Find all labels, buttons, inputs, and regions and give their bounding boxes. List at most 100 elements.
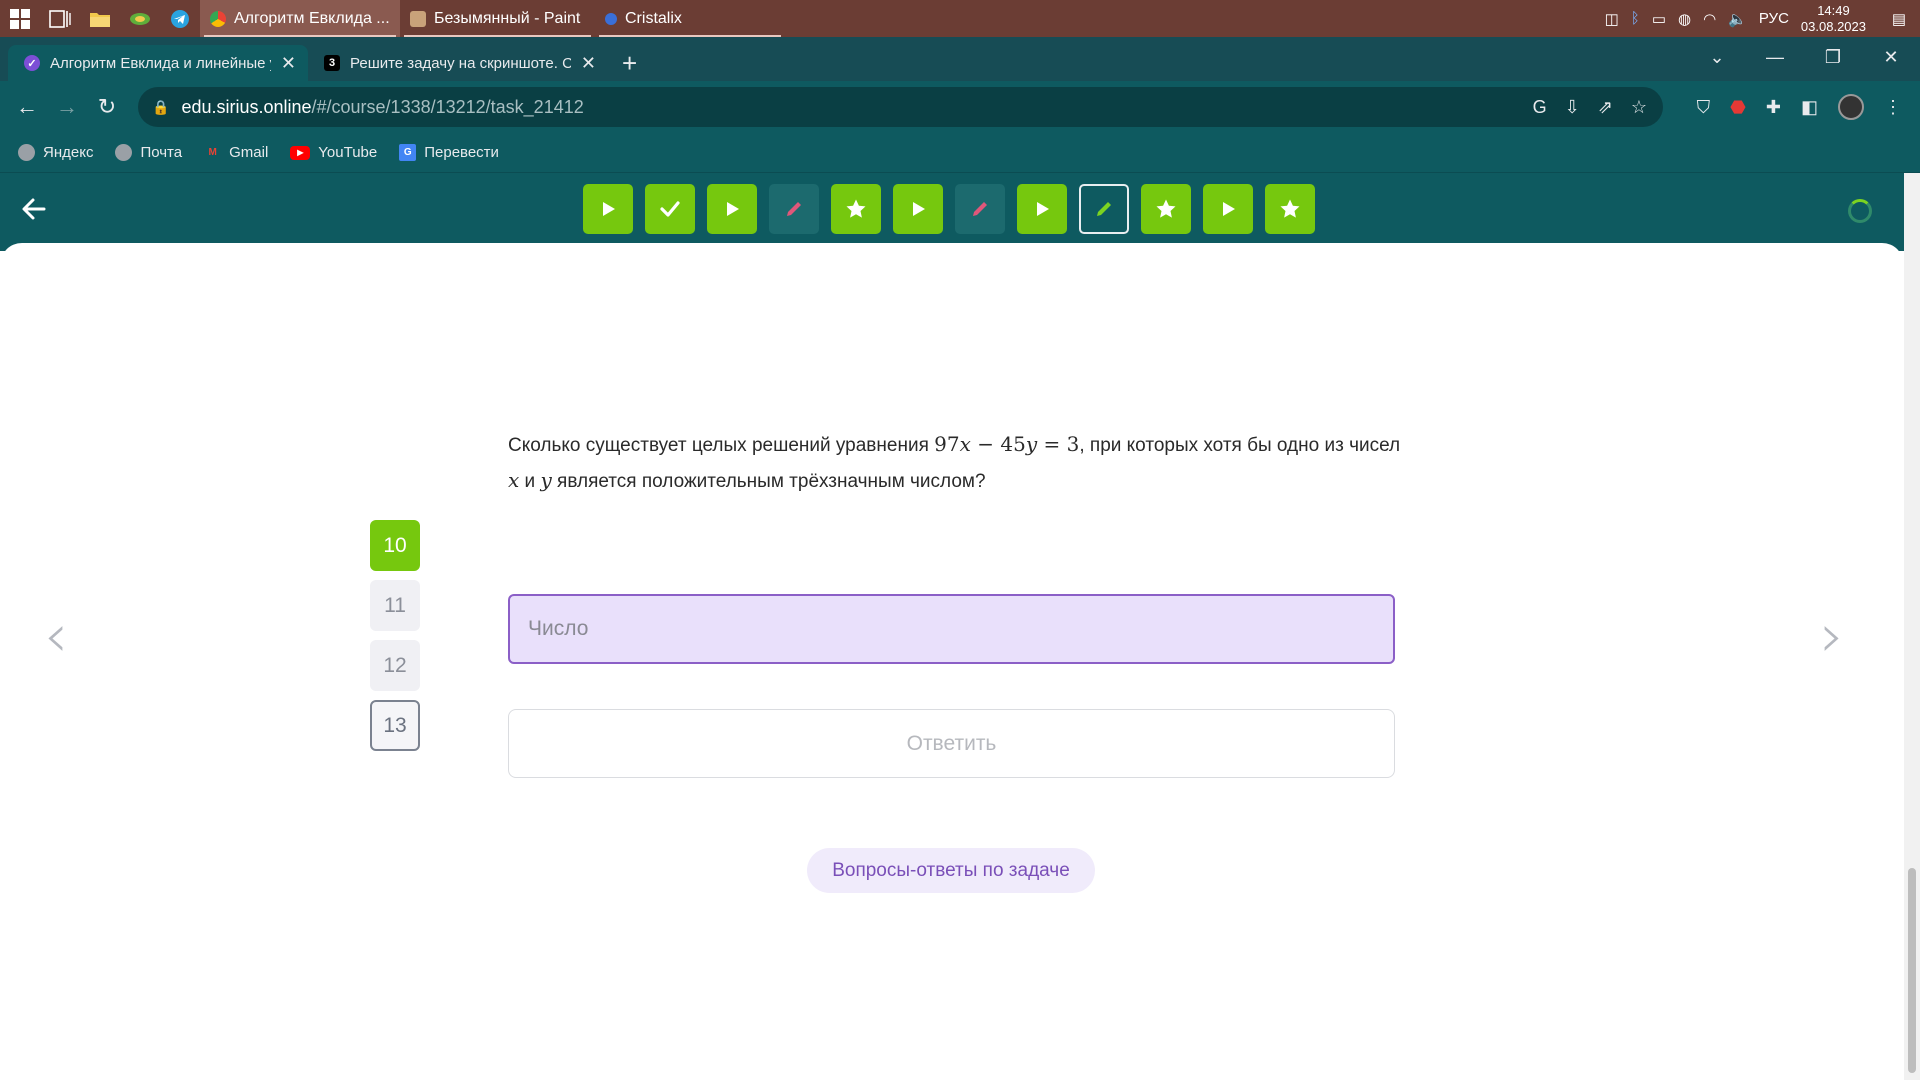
share-icon[interactable]: ⇗ <box>1598 97 1613 118</box>
next-task-chevron-icon[interactable]: › <box>1820 601 1844 671</box>
chrome-icon <box>210 10 226 27</box>
back-button[interactable]: ← <box>7 94 47 120</box>
taskbar-item-paint[interactable]: Безымянный - Paint <box>400 0 595 37</box>
youtube-icon: ▶ <box>290 145 311 160</box>
bookmark-label: Почта <box>140 144 183 161</box>
bookmark-translate[interactable]: G Перевести <box>399 144 499 161</box>
math-operator: − <box>970 432 1001 456</box>
tab-search-icon[interactable]: ⌄ <box>1688 47 1746 68</box>
tab-favicon-icon: 3 <box>324 55 340 71</box>
side-panel-icon[interactable]: ◧ <box>1801 97 1818 118</box>
taskbar-item-label: Алгоритм Евклида ... <box>234 9 390 27</box>
prev-task-chevron-icon[interactable]: ‹ <box>44 601 68 671</box>
network-app-icon[interactable]: ◍ <box>1678 10 1691 28</box>
taskbar-item-label: Безымянный - Paint <box>434 9 581 27</box>
course-header <box>0 173 1904 251</box>
notifications-icon[interactable]: ▤ <box>1892 10 1906 28</box>
address-bar[interactable]: 🔒 edu.sirius.online/#/course/1338/13212/… <box>138 87 1663 127</box>
close-tab-icon[interactable]: ✕ <box>581 53 596 74</box>
globe-icon <box>18 144 35 161</box>
question-number-11[interactable]: 11 <box>370 580 420 631</box>
progress-spinner-icon <box>1848 199 1872 223</box>
minimize-button[interactable]: — <box>1746 47 1804 68</box>
new-tab-button[interactable]: + <box>622 45 637 81</box>
step-3-play-button[interactable] <box>707 184 757 234</box>
question-part: , при которых хотя бы одно из чисел <box>1079 435 1401 456</box>
volume-icon[interactable]: 🔈 <box>1728 10 1747 28</box>
scrollbar-thumb[interactable] <box>1908 868 1916 1073</box>
extensions-puzzle-icon[interactable]: ✚ <box>1766 97 1781 118</box>
math-number: 45 <box>1000 432 1026 456</box>
sirius-favicon-icon: ✓ <box>24 55 40 71</box>
bookmark-youtube[interactable]: ▶ YouTube <box>290 144 377 161</box>
math-variable: x <box>508 468 520 492</box>
bookmark-gmail[interactable]: M Gmail <box>204 144 268 161</box>
adblock-extension-icon[interactable]: ⬣ <box>1730 97 1746 118</box>
url-host: edu.sirius.online <box>181 96 312 117</box>
question-part: и <box>519 471 541 492</box>
reload-button[interactable]: ↻ <box>87 94 127 120</box>
question-number-nav: 10 11 12 13 <box>370 520 420 751</box>
submit-label: Ответить <box>906 731 997 755</box>
browser-tab[interactable]: 3 Решите задачу на скриншоте. С ✕ <box>308 45 608 81</box>
browser-tab-active[interactable]: ✓ Алгоритм Евклида и линейные у ✕ <box>8 45 308 81</box>
battery-icon[interactable]: ▭ <box>1652 10 1666 28</box>
question-number-10[interactable]: 10 <box>370 520 420 571</box>
forward-button[interactable]: → <box>47 94 87 120</box>
tab-title: Алгоритм Евклида и линейные у <box>50 54 271 72</box>
play-icon <box>722 199 742 219</box>
language-indicator[interactable]: РУС <box>1759 10 1789 27</box>
step-10-star-button[interactable] <box>1141 184 1191 234</box>
google-translate-icon: G <box>399 144 417 161</box>
restore-button[interactable]: ❐ <box>1804 47 1862 68</box>
clock[interactable]: 14:49 03.08.2023 <box>1801 3 1866 35</box>
page-scrollbar[interactable] <box>1904 173 1920 1080</box>
tab-title: Решите задачу на скриншоте. С <box>350 54 571 72</box>
question-number-13[interactable]: 13 <box>370 700 420 751</box>
star-icon <box>1155 198 1177 220</box>
step-7-pencil-button[interactable] <box>955 184 1005 234</box>
faq-button[interactable]: Вопросы-ответы по задаче <box>807 848 1095 893</box>
star-icon <box>1279 198 1301 220</box>
telegram-icon[interactable] <box>160 0 200 37</box>
browser-menu-icon[interactable]: ⋮ <box>1884 97 1902 118</box>
math-variable: y <box>540 468 552 492</box>
file-explorer-icon[interactable] <box>80 0 120 37</box>
back-arrow-icon[interactable] <box>20 195 48 231</box>
taskbar-item-cristalix[interactable]: Cristalix <box>595 0 785 37</box>
step-5-star-button[interactable] <box>831 184 881 234</box>
profile-avatar[interactable] <box>1838 94 1864 120</box>
bookmark-label: YouTube <box>318 144 378 161</box>
step-8-play-button[interactable] <box>1017 184 1067 234</box>
answer-input[interactable]: Число <box>508 594 1395 664</box>
browser-toolbar: ← → ↻ 🔒 edu.sirius.online/#/course/1338/… <box>0 81 1920 133</box>
camera-icon[interactable]: ◫ <box>1605 10 1619 28</box>
wifi-icon[interactable]: ◠ <box>1703 10 1716 28</box>
task-view-icon[interactable] <box>40 0 80 37</box>
close-tab-icon[interactable]: ✕ <box>281 53 296 74</box>
windows-start-icon[interactable] <box>0 0 40 37</box>
close-window-button[interactable]: ✕ <box>1862 47 1920 68</box>
play-icon <box>1032 199 1052 219</box>
submit-answer-button[interactable]: Ответить <box>508 709 1395 778</box>
bookmark-star-icon[interactable]: ☆ <box>1631 97 1647 118</box>
step-12-star-button[interactable] <box>1265 184 1315 234</box>
google-lens-icon[interactable]: G <box>1533 97 1547 118</box>
step-6-play-button[interactable] <box>893 184 943 234</box>
step-2-check-button[interactable] <box>645 184 695 234</box>
taskbar-item-chrome[interactable]: Алгоритм Евклида ... <box>200 0 400 37</box>
shield-extension-icon[interactable]: ⛉ <box>1697 97 1711 118</box>
bookmark-pochta[interactable]: Почта <box>115 144 182 161</box>
install-app-icon[interactable]: ⇩ <box>1565 97 1580 118</box>
bookmark-yandex[interactable]: Яндекс <box>18 144 93 161</box>
question-number-12[interactable]: 12 <box>370 640 420 691</box>
math-variable: y <box>1025 432 1038 456</box>
bluetooth-icon[interactable]: ᛒ <box>1631 10 1640 27</box>
step-9-pencil-button[interactable] <box>1079 184 1129 234</box>
step-1-play-button[interactable] <box>583 184 633 234</box>
app-pinned-icon[interactable] <box>120 0 160 37</box>
step-4-pencil-button[interactable] <box>769 184 819 234</box>
step-11-play-button[interactable] <box>1203 184 1253 234</box>
lock-icon[interactable]: 🔒 <box>152 99 169 116</box>
math-number: 97 <box>934 432 960 456</box>
